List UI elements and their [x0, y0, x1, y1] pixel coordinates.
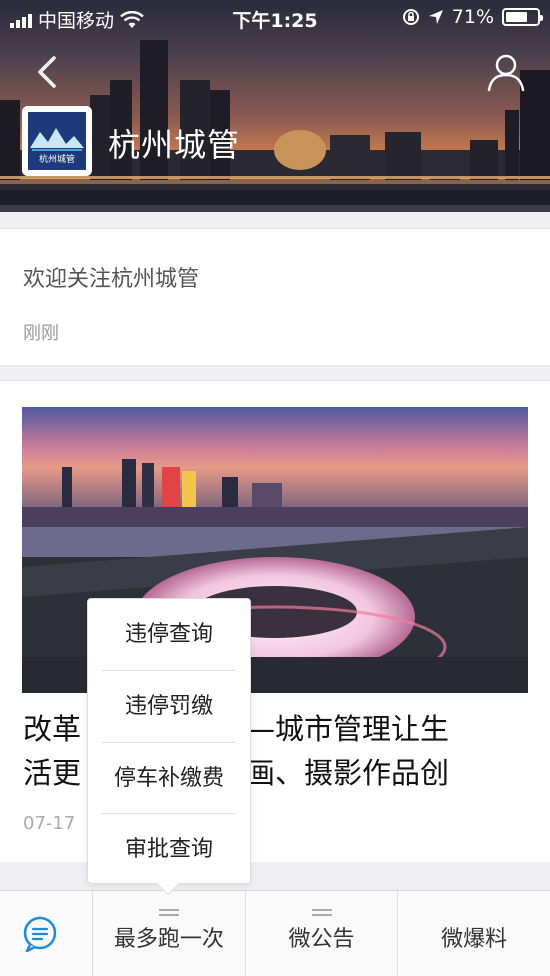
message-time: 刚刚: [23, 323, 59, 344]
menu-item-label: 微爆料: [441, 927, 508, 952]
submenu-popup: 违停查询 违停罚缴 停车补缴费 审批查询: [87, 598, 251, 896]
back-button[interactable]: [28, 50, 68, 94]
battery-percent: 71%: [451, 6, 494, 28]
header-banner: 中国移动 下午1:25 71% 杭州城管 杭州城管: [0, 0, 550, 212]
battery-icon: [502, 8, 543, 26]
menu-item-label: 最多跑一次: [113, 927, 224, 952]
submenu-item-parking-fine[interactable]: 违停罚缴: [102, 671, 236, 742]
menu-item-most-once[interactable]: 最多跑一次: [93, 891, 246, 976]
menu-item-label: 微公告: [288, 927, 355, 952]
title-line2-right: 书画、摄影作品创: [217, 756, 450, 790]
bottom-menu-bar: 最多跑一次 微公告 微爆料: [0, 890, 550, 976]
submenu-item-parking-query[interactable]: 违停查询: [102, 599, 236, 670]
article-card[interactable]: 改革——城市管理让生 活更书画、摄影作品创 07-175: [0, 380, 550, 862]
menu-item-announcement[interactable]: 微公告: [246, 891, 399, 976]
title-line2-left: 活更: [23, 756, 82, 790]
status-bar: 中国移动 下午1:25 71%: [0, 0, 550, 36]
submenu-indicator-icon: [158, 909, 179, 919]
profile-button[interactable]: [484, 50, 528, 94]
message-text: 欢迎关注杭州城管: [23, 267, 200, 292]
chat-keyboard-icon: [23, 916, 57, 953]
keyboard-toggle-button[interactable]: [0, 891, 93, 976]
logo-image: 杭州城管: [22, 106, 92, 176]
submenu-indicator-icon: [311, 909, 332, 919]
account-logo[interactable]: 杭州城管: [22, 106, 92, 176]
title-line1-left: 改革: [23, 712, 82, 746]
location-arrow-icon: [428, 10, 443, 24]
logo-text: 杭州城管: [39, 153, 75, 165]
title-line1-right: ——城市管理让生: [217, 712, 450, 746]
screen: 中国移动 下午1:25 71% 杭州城管 杭州城管 欢迎关注杭州城管 刚刚 改革…: [0, 0, 550, 976]
account-name: 杭州城管: [108, 126, 241, 164]
menu-item-report[interactable]: 微爆料: [398, 891, 550, 976]
message-card[interactable]: 欢迎关注杭州城管 刚刚: [0, 228, 550, 366]
rotation-lock-icon: [402, 9, 419, 25]
article-date: 07-17: [23, 813, 76, 834]
submenu-item-parking-payment[interactable]: 停车补缴费: [102, 743, 236, 814]
